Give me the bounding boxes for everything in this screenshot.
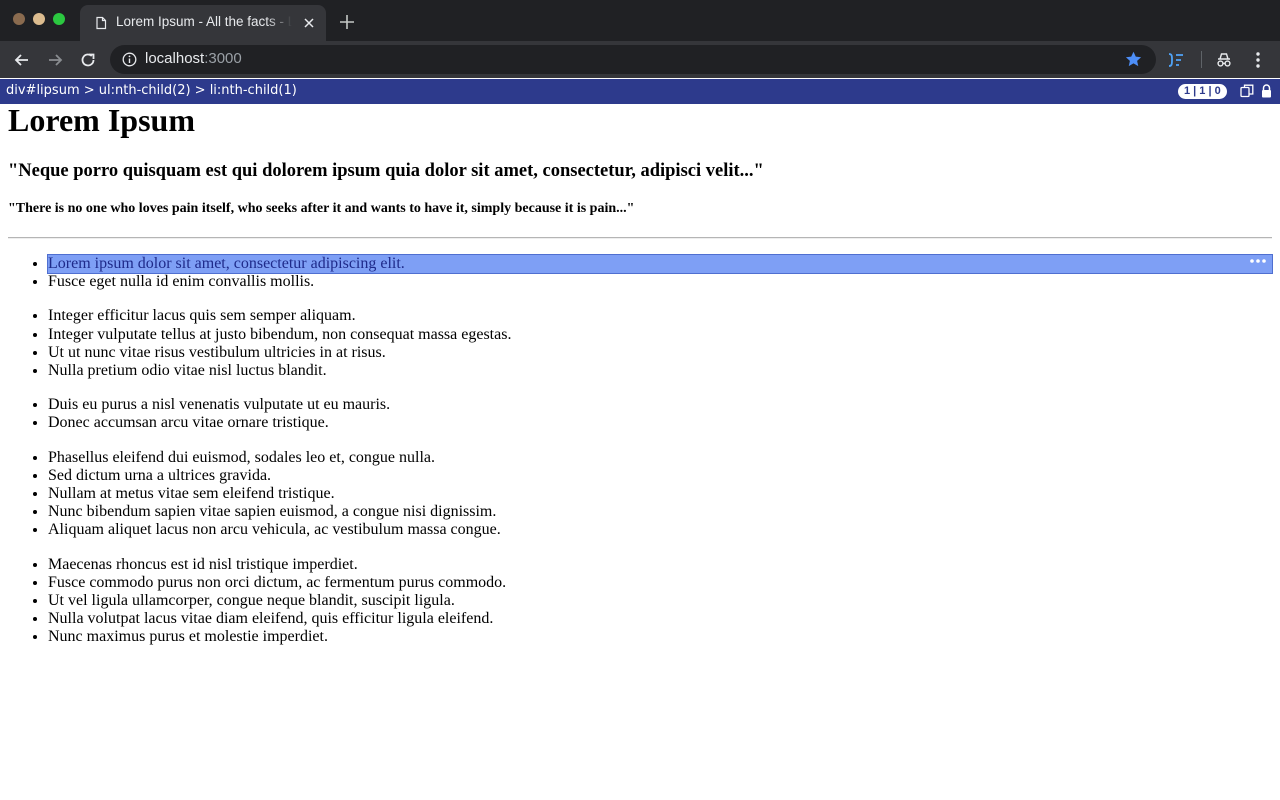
back-arrow-icon[interactable] bbox=[12, 50, 32, 70]
lorem-list: Integer efficitur lacus quis sem semper … bbox=[8, 307, 1272, 380]
lorem-list: Maecenas rhoncus est id nisl tristique i… bbox=[8, 556, 1272, 647]
toolbar-separator bbox=[1201, 51, 1202, 68]
close-icon[interactable] bbox=[301, 15, 317, 31]
list-item: Fusce eget nulla id enim convallis molli… bbox=[48, 273, 1272, 291]
tab-strip: Lorem Ipsum - All the facts - Lipsum gen… bbox=[0, 0, 1280, 41]
active-tab[interactable]: Lorem Ipsum - All the facts - Lipsum gen… bbox=[80, 5, 326, 41]
lorem-list: Duis eu purus a nisl venenatis vulputate… bbox=[8, 396, 1272, 432]
incognito-extension-icon[interactable] bbox=[1214, 50, 1234, 70]
list-item: Nunc bibendum sapien vitae sapien euismo… bbox=[48, 503, 1272, 521]
selector-bar: div#lipsum > ul:nth-child(2) > li:nth-ch… bbox=[0, 79, 1280, 104]
latin-quote: "Neque porro quisquam est qui dolorem ip… bbox=[8, 161, 764, 181]
info-icon[interactable] bbox=[122, 52, 137, 67]
list-item: Nunc maximus purus et molestie imperdiet… bbox=[48, 628, 1272, 646]
list-item-text: Lorem ipsum dolor sit amet, consectetur … bbox=[48, 255, 405, 272]
window-close-button[interactable] bbox=[13, 13, 25, 25]
match-counter-badge: 1 | 1 | 0 bbox=[1178, 84, 1227, 99]
extension-icon[interactable] bbox=[1166, 50, 1186, 70]
page-icon bbox=[96, 16, 107, 30]
page-title: Lorem Ipsum bbox=[8, 102, 195, 138]
url-text[interactable]: localhost:3000 bbox=[145, 50, 242, 67]
kebab-menu-icon[interactable] bbox=[1248, 50, 1268, 70]
list-item: Ut vel ligula ullamcorper, congue neque … bbox=[48, 592, 1272, 610]
list-item: Donec accumsan arcu vitae ornare tristiq… bbox=[48, 414, 1272, 432]
window-maximize-button[interactable] bbox=[53, 13, 65, 25]
list-item: Fusce commodo purus non orci dictum, ac … bbox=[48, 574, 1272, 592]
reload-icon[interactable] bbox=[78, 50, 98, 70]
new-tab-button[interactable] bbox=[338, 13, 356, 31]
lock-icon[interactable] bbox=[1261, 84, 1272, 98]
page-content: Lorem Ipsum "Neque porro quisquam est qu… bbox=[8, 102, 1273, 647]
address-bar[interactable]: localhost:3000 bbox=[110, 45, 1156, 74]
lorem-list: Phasellus eleifend dui euismod, sodales … bbox=[8, 449, 1272, 540]
window-minimize-button[interactable] bbox=[33, 13, 45, 25]
list-item: Duis eu purus a nisl venenatis vulputate… bbox=[48, 396, 1272, 414]
list-item: Phasellus eleifend dui euismod, sodales … bbox=[48, 449, 1272, 467]
divider bbox=[8, 237, 1272, 239]
list-item: Ut ut nunc vitae risus vestibulum ultric… bbox=[48, 344, 1272, 362]
copy-icon[interactable] bbox=[1240, 84, 1254, 98]
url-host: localhost bbox=[145, 50, 205, 67]
css-selector-path[interactable]: div#lipsum > ul:nth-child(2) > li:nth-ch… bbox=[6, 83, 297, 98]
english-quote: "There is no one who loves pain itself, … bbox=[8, 201, 635, 216]
tab-title: Lorem Ipsum - All the facts - Lipsum gen… bbox=[116, 14, 292, 29]
list-item: Integer efficitur lacus quis sem semper … bbox=[48, 307, 1272, 325]
browser-toolbar: localhost:3000 bbox=[0, 41, 1280, 78]
star-icon[interactable] bbox=[1124, 50, 1143, 69]
list-item: Nulla pretium odio vitae nisl luctus bla… bbox=[48, 362, 1272, 380]
list-item: Sed dictum urna a ultrices gravida. bbox=[48, 467, 1272, 485]
list-item: Aliquam aliquet lacus non arcu vehicula,… bbox=[48, 521, 1272, 539]
list-item: Maecenas rhoncus est id nisl tristique i… bbox=[48, 556, 1272, 574]
list-item: Nulla volutpat lacus vitae diam eleifend… bbox=[48, 610, 1272, 628]
list-item: Nullam at metus vitae sem eleifend trist… bbox=[48, 485, 1272, 503]
list-item-selected[interactable]: Lorem ipsum dolor sit amet, consectetur … bbox=[47, 253, 1273, 275]
lorem-list: Lorem ipsum dolor sit amet, consectetur … bbox=[8, 253, 1273, 291]
url-port: :3000 bbox=[204, 50, 242, 67]
more-horizontal-icon[interactable] bbox=[1249, 258, 1267, 264]
list-item: Integer vulputate tellus at justo bibend… bbox=[48, 326, 1272, 344]
forward-arrow-icon[interactable] bbox=[45, 50, 65, 70]
